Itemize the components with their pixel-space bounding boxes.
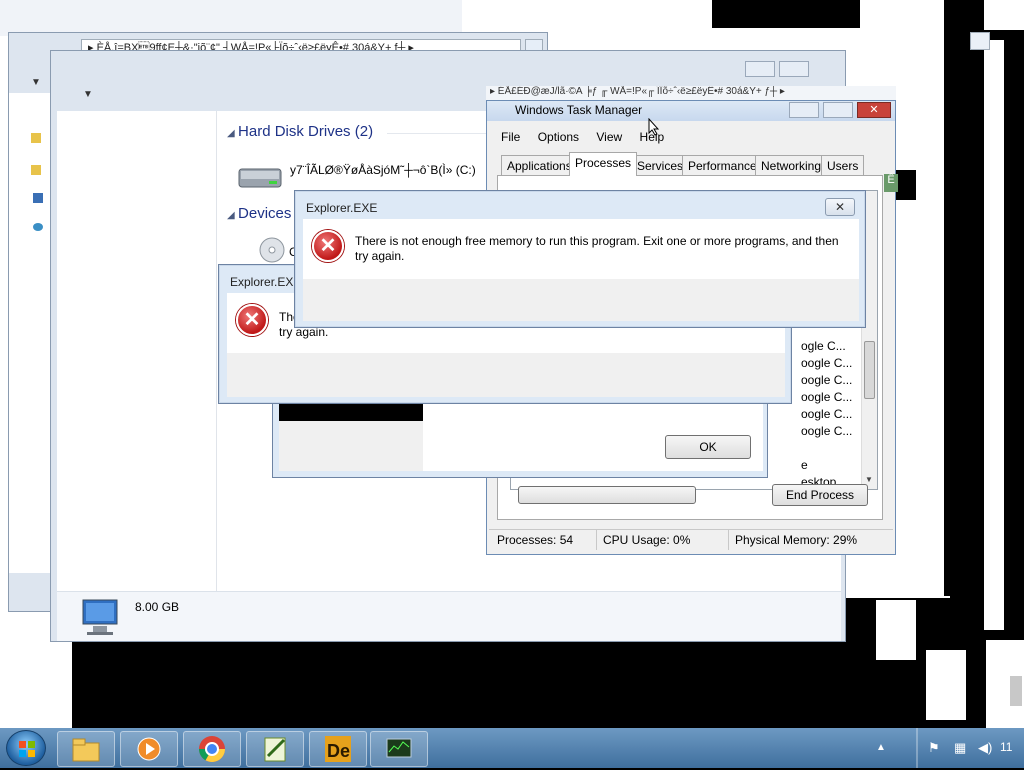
side-fragment-glyph: Ê <box>884 174 898 192</box>
action-center-flag-icon[interactable]: ⚑ <box>928 740 940 756</box>
menu-view[interactable]: View <box>596 130 622 144</box>
task-manager-title: Windows Task Manager <box>515 103 643 117</box>
media-player-icon <box>137 737 161 761</box>
computer-icon <box>77 598 123 638</box>
navigation-pane <box>57 111 217 591</box>
network-icon[interactable] <box>33 223 43 231</box>
help-button-back[interactable] <box>970 32 990 50</box>
process-row[interactable]: oogle C... <box>801 407 852 424</box>
organize-dropdown-back[interactable]: ▼ <box>31 77 41 88</box>
tab-processes[interactable]: Processes <box>569 152 638 176</box>
drive-name[interactable]: y7¨ÎÃLØ®ŸøÅàSjóM˜┼¬ô`B(Ì» (C:) <box>290 163 476 177</box>
dialog-front-body: ✕ There is not enough free memory to run… <box>303 219 859 279</box>
taskbar-chrome-button[interactable] <box>183 731 241 767</box>
tm-minimize-button[interactable] <box>789 102 819 118</box>
glitch-white-block <box>840 560 950 598</box>
tray-divider <box>916 728 918 768</box>
glitch-white-col-2 <box>896 200 916 560</box>
glitch-white-block-3 <box>926 650 966 720</box>
ok-button[interactable]: OK <box>665 435 751 459</box>
group-devices[interactable]: ◢ Devices <box>227 205 291 222</box>
error-icon: ✕ <box>236 304 268 336</box>
chrome-icon <box>198 736 226 763</box>
tab-applications[interactable]: Applications <box>501 155 578 175</box>
status-cpu: CPU Usage: 0% <box>597 530 729 550</box>
process-row[interactable]: oogle C... <box>801 373 852 390</box>
tm-close-button[interactable]: ✕ <box>857 102 891 118</box>
address-third-text: ▸ ÉÅ£ÉÐ@æJ/lã·©A ╞ƒ ╓ WÅ=!P«╓ ÎÏõ÷ˆ‹ë≥£ë… <box>490 86 785 97</box>
memory-label: 8.00 GB <box>135 600 180 614</box>
process-row[interactable]: oogle C... <box>801 356 852 373</box>
de-app-icon: De <box>325 736 351 762</box>
menu-file[interactable]: File <box>501 130 520 144</box>
volume-icon[interactable]: ◀) <box>978 740 992 756</box>
hard-drive-icon[interactable] <box>237 159 285 193</box>
glitch-white-col-3 <box>984 40 1004 630</box>
organize-dropdown[interactable]: ▼ <box>83 89 93 100</box>
task-manager-icon <box>386 738 412 758</box>
network-tray-icon[interactable]: ▦ <box>954 740 966 756</box>
process-row[interactable]: oogle C... <box>801 424 852 441</box>
glitch-white-block-2 <box>876 600 916 660</box>
computer-small-icon[interactable] <box>33 193 43 203</box>
tm-maximize-button[interactable] <box>823 102 853 118</box>
dialog-front-message: There is not enough free memory to run t… <box>355 234 839 263</box>
dialog-front-footer <box>303 279 859 321</box>
taskbar: De ▲ ⚑ ▦ ◀) 11 <box>0 728 1024 768</box>
error-icon: ✕ <box>312 230 344 262</box>
tab-services[interactable]: Services <box>631 155 690 175</box>
taskbar-de-app-button[interactable]: De <box>309 731 367 767</box>
process-row[interactable]: e <box>801 458 808 475</box>
glitch-black-col-2 <box>944 0 984 596</box>
tab-performance[interactable]: Performance <box>682 155 763 175</box>
svg-text:De: De <box>327 741 350 761</box>
folder-icon <box>72 738 100 762</box>
task-manager-statusbar: Processes: 54 CPU Usage: 0% Physical Mem… <box>489 529 893 551</box>
end-process-button[interactable]: End Process <box>772 484 868 506</box>
status-processes: Processes: 54 <box>491 530 597 550</box>
menu-options[interactable]: Options <box>538 130 579 144</box>
taskbar-explorer-button[interactable] <box>57 731 115 767</box>
scrollbar-fragment <box>1010 676 1022 706</box>
desktop-white-strip <box>860 0 1024 30</box>
show-processes-button[interactable] <box>518 486 696 504</box>
group-devices-label: Devices <box>238 205 292 222</box>
start-button[interactable] <box>6 730 46 766</box>
task-manager-tabs: Applications Processes Services Performa… <box>501 152 865 177</box>
explorer-back-titlebar <box>0 0 462 36</box>
address-bar-third: ▸ ÉÅ£ÉÐ@æJ/lã·©A ╞ƒ ╓ WÅ=!P«╓ ÎÏõ÷ˆ‹ë≥£ë… <box>486 86 896 100</box>
tab-users[interactable]: Users <box>821 155 865 175</box>
status-memory: Physical Memory: 29% <box>735 533 858 547</box>
clock[interactable]: 11 <box>1000 740 1012 754</box>
notepad-plus-plus-icon <box>264 737 286 762</box>
favorites-icon[interactable] <box>31 133 41 143</box>
show-hidden-icons-arrow[interactable]: ▲ <box>876 742 886 753</box>
scroll-down-arrow[interactable]: ▼ <box>865 475 873 484</box>
process-row[interactable]: ogle C... <box>801 339 846 356</box>
maximize-button[interactable] <box>779 61 809 77</box>
task-manager-titlebar[interactable]: Windows Task Manager ✕ <box>487 101 895 121</box>
scrollbar-thumb[interactable] <box>864 341 875 399</box>
taskbar-media-player-button[interactable] <box>120 731 178 767</box>
process-row[interactable]: oogle C... <box>801 390 852 407</box>
dialog-ghost-foot <box>279 421 423 471</box>
tab-networking[interactable]: Networking <box>755 155 828 175</box>
error-dialog-front: Explorer.EXE ✕ ✕ There is not enough fre… <box>294 190 866 328</box>
taskbar-task-manager-button[interactable] <box>370 731 428 767</box>
dialog-front-title: Explorer.EXE <box>306 201 378 215</box>
navigation-pane-back <box>9 93 51 573</box>
taskbar-notepadpp-button[interactable] <box>246 731 304 767</box>
details-pane: 8.00 GB <box>57 591 841 641</box>
group-divider <box>387 133 487 134</box>
dialog-back-footer <box>227 353 785 397</box>
dialog-back-title: Explorer.EXE <box>230 275 302 289</box>
dvd-drive-icon[interactable] <box>257 235 287 265</box>
minimize-button[interactable] <box>745 61 775 77</box>
dialog-close-button[interactable]: ✕ <box>825 198 855 216</box>
group-hard-disks[interactable]: ◢ Hard Disk Drives (2) <box>227 123 373 140</box>
group-hard-disks-label: Hard Disk Drives (2) <box>238 123 374 140</box>
glitch-black-bar <box>279 403 423 421</box>
mouse-cursor <box>648 117 660 136</box>
libraries-icon[interactable] <box>31 165 41 175</box>
